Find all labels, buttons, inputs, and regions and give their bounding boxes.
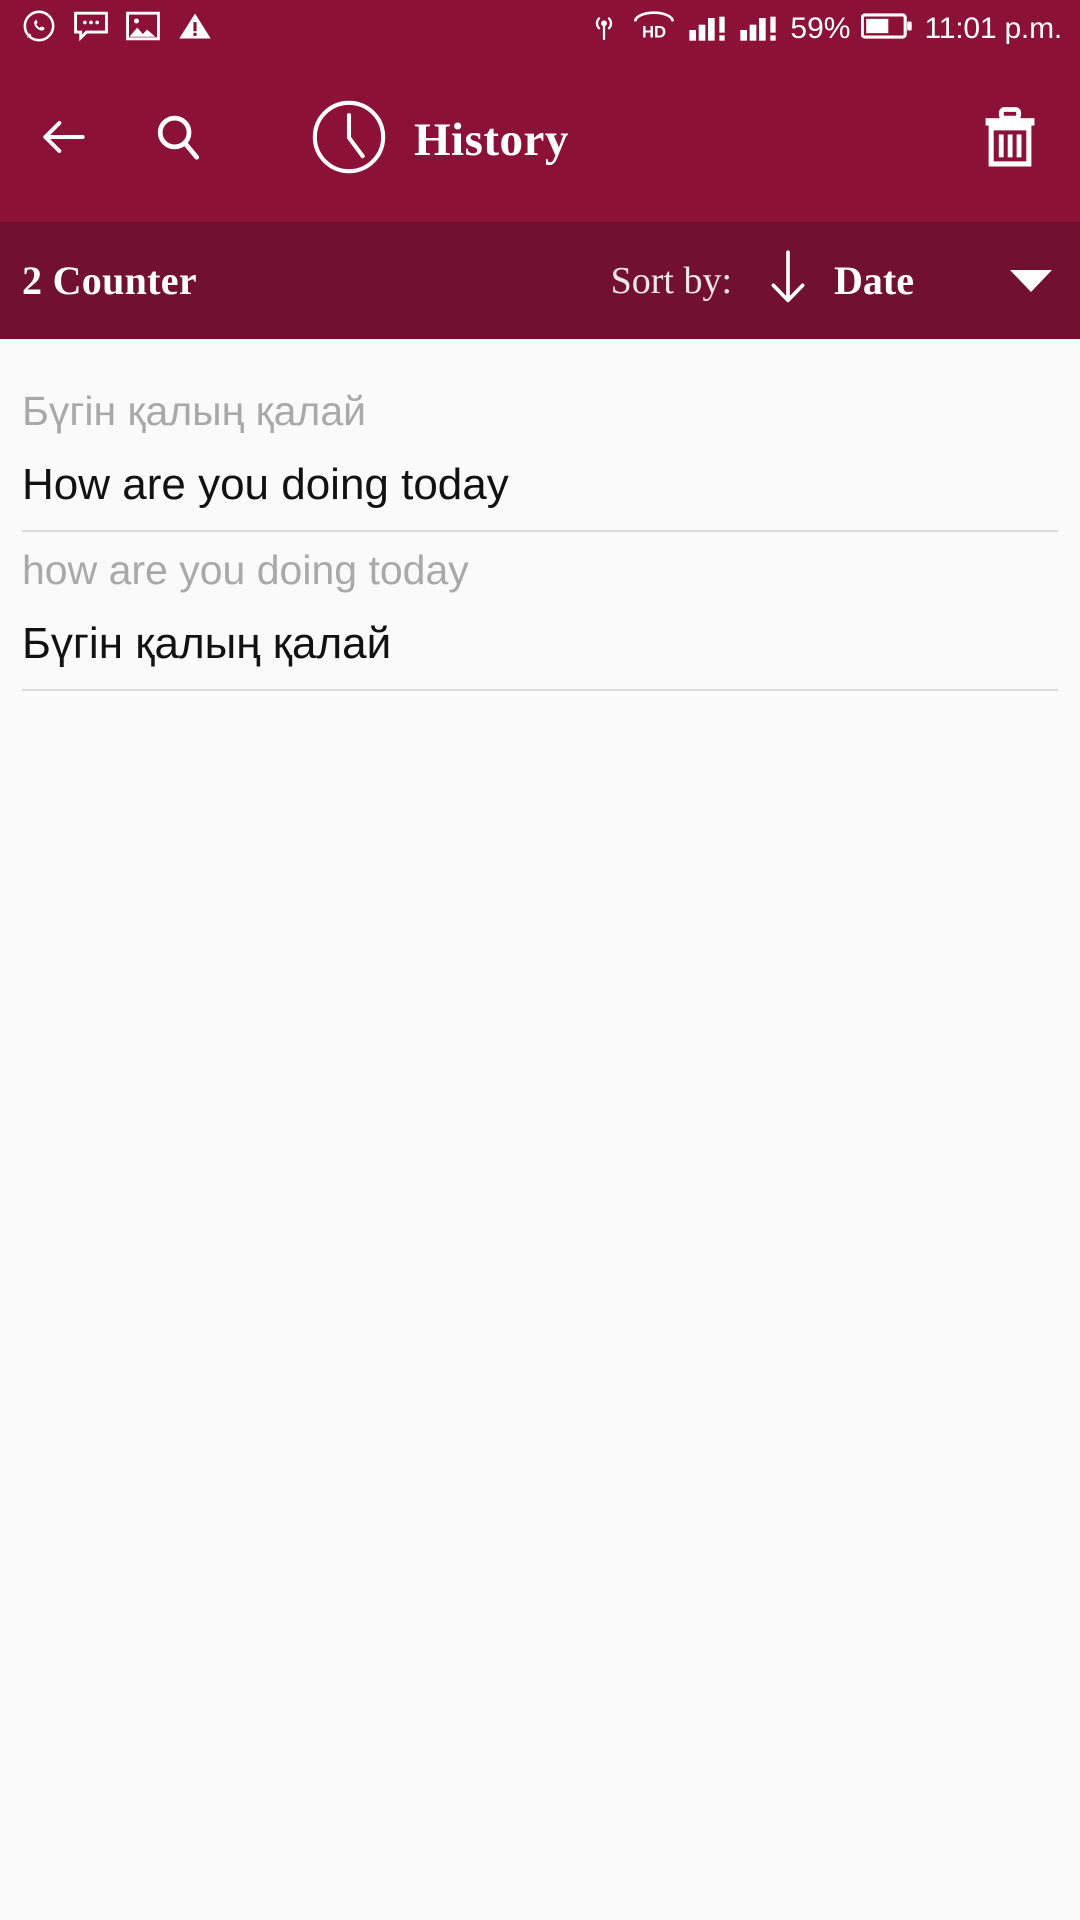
history-source-text: Бүгін қалың қалай — [22, 388, 367, 434]
search-button[interactable] — [136, 98, 220, 182]
page-title: History — [414, 113, 569, 166]
arrow-down-icon — [768, 250, 808, 311]
signal-bars-warning-icon — [688, 10, 728, 47]
history-source-text: how are you doing today — [22, 546, 469, 593]
history-list: Бүгін қалың қалай How are you doing toda… — [0, 339, 1080, 691]
list-divider — [22, 688, 1058, 691]
list-item[interactable]: how are you doing today Бүгін қалың қала… — [0, 532, 1080, 691]
svg-text:HD: HD — [642, 22, 666, 41]
battery-icon — [861, 11, 913, 46]
warning-icon — [178, 11, 212, 46]
sort-by-label: Sort by: — [610, 259, 733, 302]
search-icon — [151, 110, 205, 169]
arrow-left-icon — [36, 109, 92, 170]
photo-icon — [126, 11, 160, 46]
message-icon — [74, 11, 108, 46]
back-button[interactable] — [22, 98, 106, 182]
whatsapp-icon — [22, 9, 56, 48]
sort-control-group[interactable]: Sort by: Date — [611, 250, 1052, 311]
history-target-text: How are you doing today — [22, 460, 509, 510]
trash-icon — [982, 106, 1038, 173]
sort-value-label[interactable]: Date — [834, 257, 914, 304]
status-bar-right-indicators: HD 59% 11:01 p.m. — [588, 10, 1062, 47]
signal-bars-warning-icon-2 — [739, 10, 779, 47]
counter-label: 2 Counter — [22, 258, 197, 303]
hotspot-icon — [588, 10, 620, 47]
list-item[interactable]: Бүгін қалың қалай How are you doing toda… — [0, 373, 1080, 532]
history-target-text: Бүгін қалың қалай — [22, 619, 392, 669]
clock-time-label: 11:01 p.m. — [924, 11, 1062, 45]
status-bar: HD 59% 11:01 p.m. — [0, 0, 1080, 57]
hd-volte-icon: HD — [631, 10, 677, 47]
sort-bar: 2 Counter Sort by: Date — [0, 222, 1080, 339]
battery-percent-label: 59% — [790, 11, 851, 45]
app-bar: History — [0, 57, 1080, 222]
status-bar-left-icons — [22, 9, 212, 48]
sort-direction-button[interactable] — [768, 250, 808, 311]
delete-history-button[interactable] — [968, 98, 1052, 182]
app-bar-title-group: History — [308, 96, 569, 183]
caret-down-icon[interactable] — [1010, 269, 1052, 292]
clock-icon — [308, 96, 390, 183]
